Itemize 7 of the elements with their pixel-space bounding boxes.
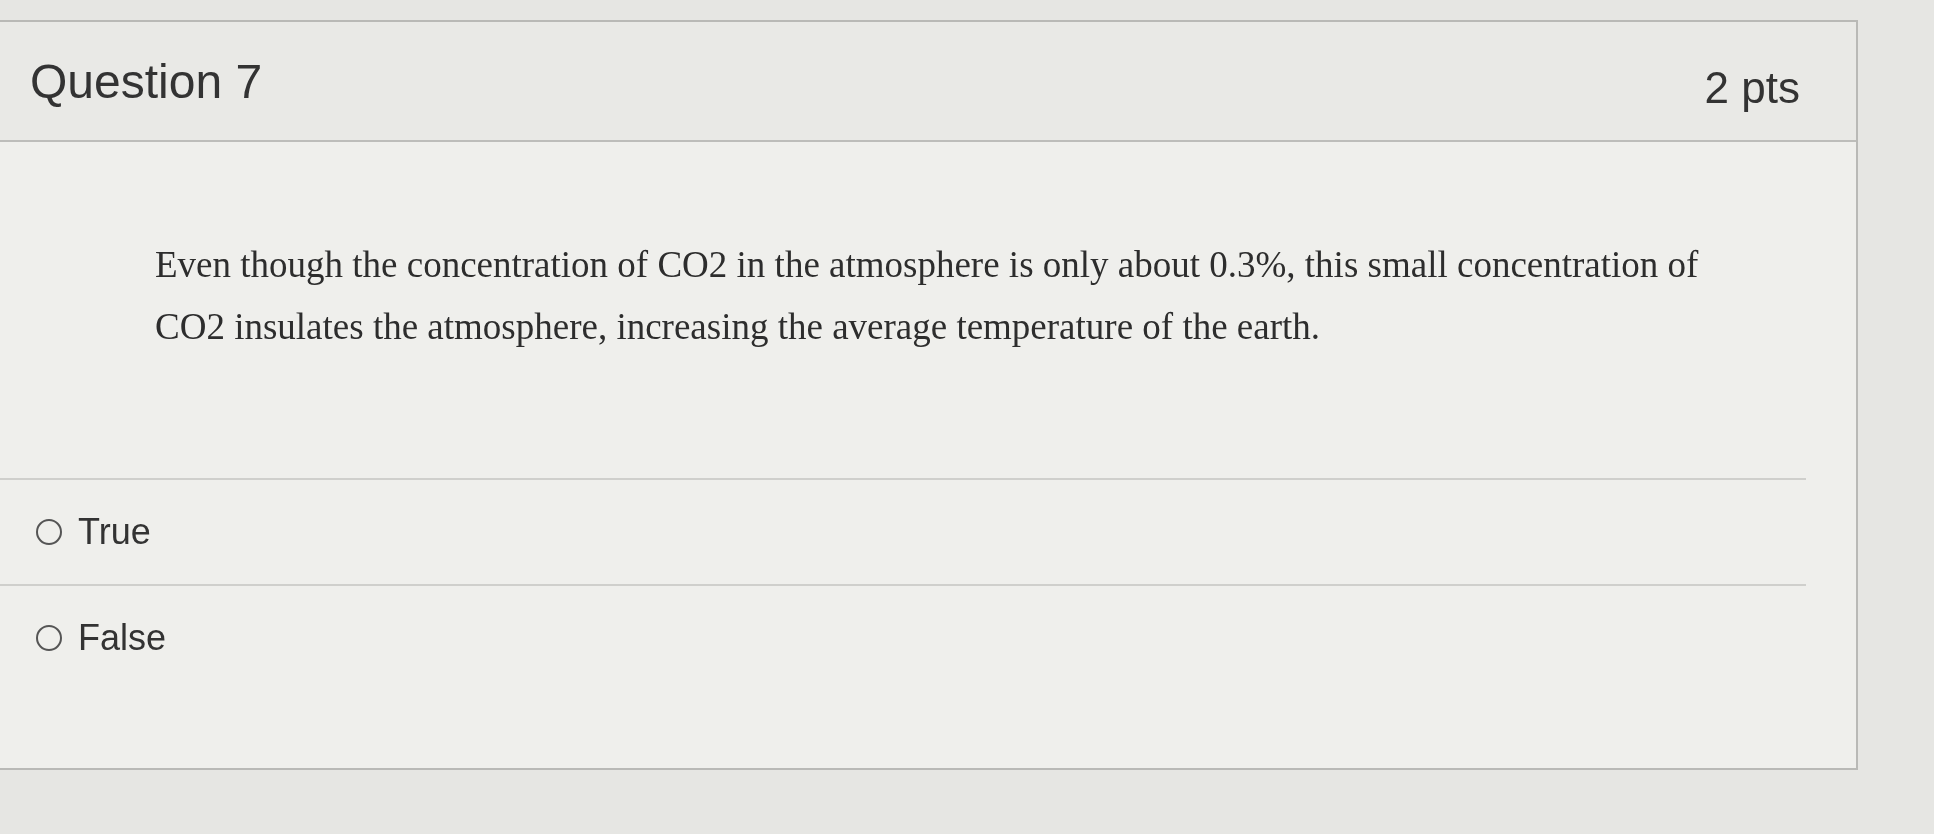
radio-button[interactable] [36, 519, 62, 545]
answer-label[interactable]: True [78, 511, 151, 553]
answer-label[interactable]: False [78, 617, 167, 659]
question-text: Even though the concentration of CO2 in the atmosphere is only about 0.3%, this small concentration of CO2 insulates the atmosphere, increasing the average temperature of the earth. [155, 243, 1700, 349]
points-label: 2 pts [1704, 63, 1800, 113]
radio-button[interactable] [36, 625, 62, 651]
question-title: Question 7 [30, 53, 263, 109]
